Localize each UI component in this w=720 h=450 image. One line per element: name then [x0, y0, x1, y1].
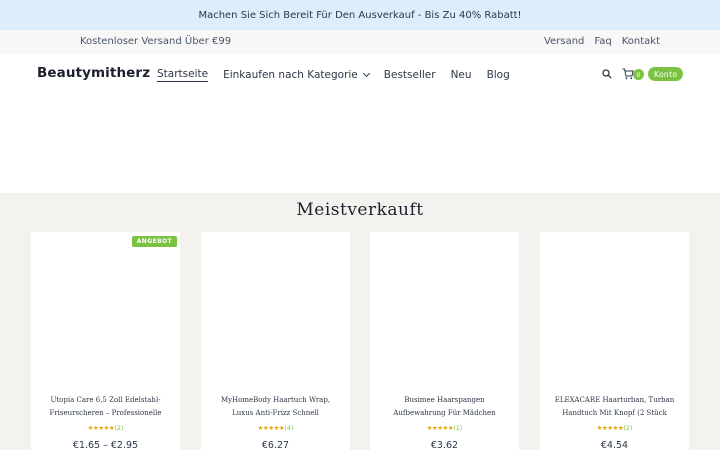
rating-stars: ★★★★★	[257, 424, 285, 432]
product-card[interactable]: MyHomeBody Haartuch Wrap, Luxus Anti-Fri…	[201, 232, 350, 450]
menu-label: Startseite	[157, 68, 209, 82]
top-link-versand[interactable]: Versand	[544, 36, 584, 47]
product-title[interactable]: MyHomeBody Haartuch Wrap, Luxus Anti-Fri…	[211, 394, 340, 420]
product-rating: ★★★★★(2)	[31, 424, 180, 432]
review-count[interactable]: (2)	[114, 424, 123, 432]
section-title: Meistverkauft	[296, 200, 424, 220]
product-image[interactable]	[31, 232, 180, 382]
product-price: €6.27	[261, 440, 290, 450]
account-button[interactable]: Konto	[648, 67, 684, 81]
cart-count-badge: 0	[633, 69, 644, 80]
menu-item-neu[interactable]: Neu	[451, 68, 472, 82]
product-card[interactable]: ANGEBOT Utopia Care 6,5 Zoll Edelstahl-F…	[31, 232, 180, 450]
review-count[interactable]: (2)	[623, 424, 632, 432]
top-link-faq[interactable]: Faq	[594, 36, 611, 47]
product-image[interactable]	[540, 232, 689, 382]
product-title[interactable]: Utopia Care 6,5 Zoll Edelstahl-Friseursc…	[41, 394, 170, 420]
top-link-kontakt[interactable]: Kontakt	[622, 36, 660, 47]
product-title[interactable]: Busimee Haarspangen Aufbewahrung Für Mäd…	[380, 394, 509, 420]
shipping-notice: Kostenloser Versand Über €99	[80, 36, 232, 47]
announcement-text: Machen Sie Sich Bereit Für Den Ausverkau…	[198, 9, 522, 21]
menu-label: Bestseller	[383, 69, 436, 81]
search-icon[interactable]	[602, 69, 612, 79]
product-rating: ★★★★★(2)	[540, 424, 689, 432]
product-price: €3.62	[430, 440, 459, 450]
rating-stars: ★★★★★	[596, 424, 624, 432]
menu-item-bestseller[interactable]: Bestseller	[384, 68, 436, 82]
rating-stars: ★★★★★	[87, 424, 115, 432]
product-rating: ★★★★★(1)	[370, 424, 519, 432]
menu-item-blog[interactable]: Blog	[487, 68, 510, 82]
rating-stars: ★★★★★	[426, 424, 454, 432]
menu-label: Blog	[486, 69, 510, 81]
product-rating: ★★★★★(4)	[201, 424, 350, 432]
product-price: €1.65 – €2.95	[72, 440, 139, 450]
main-menu: Startseite Einkaufen nach Kategorie Best…	[157, 68, 510, 82]
menu-item-startseite[interactable]: Startseite	[157, 68, 209, 82]
product-price: €4.54	[600, 440, 629, 450]
review-count[interactable]: (4)	[284, 424, 293, 432]
chevron-down-icon	[362, 69, 370, 78]
review-count[interactable]: (1)	[453, 424, 462, 432]
announcement-bar: Machen Sie Sich Bereit Für Den Ausverkau…	[0, 0, 720, 30]
product-image[interactable]	[201, 232, 350, 382]
menu-label: Einkaufen nach Kategorie	[223, 69, 358, 81]
product-card[interactable]: Busimee Haarspangen Aufbewahrung Für Mäd…	[370, 232, 519, 450]
top-links: Versand Faq Kontakt	[544, 36, 660, 47]
menu-item-kategorie[interactable]: Einkaufen nach Kategorie	[223, 68, 370, 82]
product-card[interactable]: ELEXACARE Haarturban, Turban Handtuch Mi…	[540, 232, 689, 450]
sale-badge: ANGEBOT	[131, 236, 177, 247]
product-title[interactable]: ELEXACARE Haarturban, Turban Handtuch Mi…	[550, 394, 679, 420]
brand-logo[interactable]: Beautymitherz	[37, 65, 150, 81]
main-header: Beautymitherz Startseite Einkaufen nach …	[0, 54, 720, 94]
menu-label: Neu	[450, 69, 472, 81]
product-image[interactable]	[370, 232, 519, 382]
top-bar: Kostenloser Versand Über €99 Versand Faq…	[0, 30, 720, 54]
